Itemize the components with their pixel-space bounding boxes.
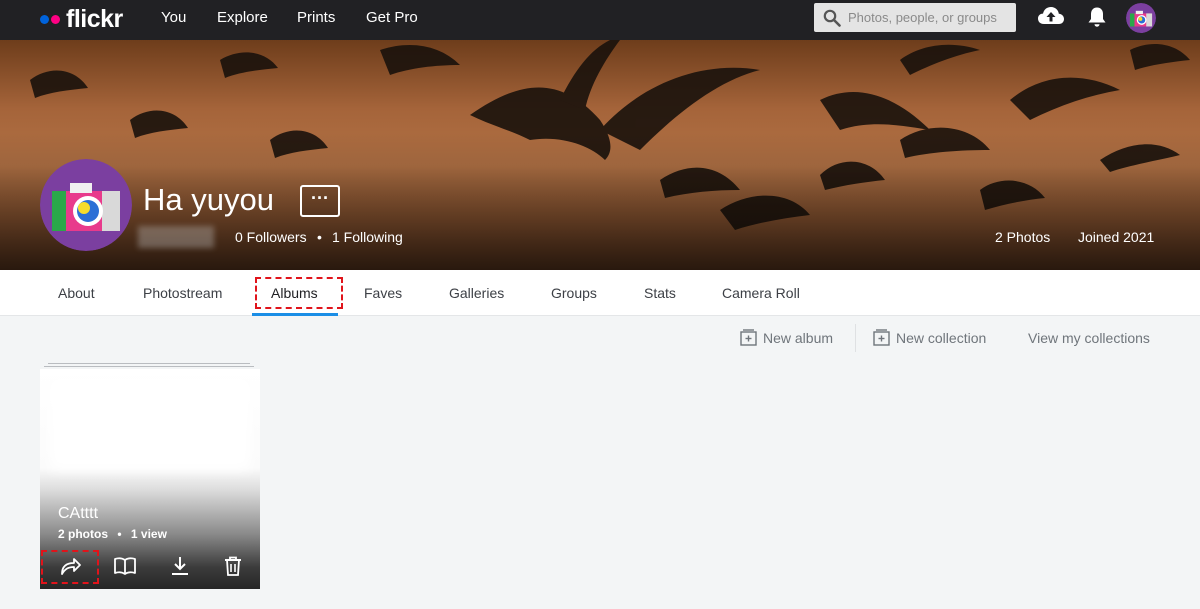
profile-tabs: About Photostream Albums Faves Galleries…	[0, 270, 1200, 316]
bell-icon[interactable]	[1087, 6, 1107, 28]
book-icon[interactable]	[113, 554, 137, 578]
cloud-upload-icon[interactable]	[1037, 4, 1065, 28]
logo-blue-dot	[40, 14, 49, 24]
album-stack-edge	[44, 366, 254, 367]
nav-prints[interactable]: Prints	[297, 9, 335, 26]
user-avatar-small[interactable]	[1126, 3, 1156, 33]
top-navbar: flickr You Explore Prints Get Pro	[0, 0, 1200, 40]
logo-pink-dot	[51, 14, 60, 24]
share-highlight-box	[41, 550, 99, 584]
stat-separator: •	[317, 229, 322, 245]
album-title[interactable]: CAtttt	[58, 505, 98, 523]
albums-highlight-box	[255, 277, 343, 309]
camera-avatar-icon	[40, 159, 132, 251]
actions-divider	[855, 324, 856, 352]
profile-username: Ha yuyou	[143, 182, 274, 217]
tab-stats[interactable]: Stats	[644, 285, 676, 301]
followers-count[interactable]: 0 Followers	[235, 229, 307, 245]
download-icon[interactable]	[168, 554, 192, 578]
album-meta: 2 photos • 1 view	[58, 527, 167, 541]
tab-galleries[interactable]: Galleries	[449, 285, 504, 301]
following-count[interactable]: 1 Following	[332, 229, 403, 245]
ellipsis-icon: ···	[311, 188, 329, 208]
search-box[interactable]	[814, 3, 1016, 32]
nav-explore[interactable]: Explore	[217, 9, 268, 26]
album-cover-thumbnail	[50, 379, 250, 469]
redacted-real-name	[138, 226, 214, 248]
joined-date: Joined 2021	[1078, 229, 1155, 245]
search-input[interactable]	[848, 3, 1014, 32]
trash-icon[interactable]	[221, 554, 245, 578]
cover-photo: Ha yuyou ··· 0 Followers • 1 Following 2…	[0, 40, 1200, 270]
add-collection-icon[interactable]	[873, 329, 890, 346]
view-collections-link[interactable]: View my collections	[1028, 330, 1150, 346]
active-tab-underline	[252, 313, 338, 316]
flickr-logo[interactable]: flickr	[40, 4, 123, 34]
tab-photostream[interactable]: Photostream	[143, 285, 222, 301]
tab-faves[interactable]: Faves	[364, 285, 402, 301]
new-album-button[interactable]: New album	[763, 330, 833, 346]
profile-avatar[interactable]	[40, 159, 132, 251]
tab-groups[interactable]: Groups	[551, 285, 597, 301]
nav-get-pro[interactable]: Get Pro	[366, 9, 418, 26]
more-options-button[interactable]: ···	[300, 185, 340, 217]
album-meta-separator: •	[117, 527, 122, 541]
photos-count: 2 Photos	[995, 229, 1051, 245]
search-icon	[823, 9, 841, 27]
tab-camera-roll[interactable]: Camera Roll	[722, 285, 800, 301]
camera-avatar-icon	[1126, 3, 1156, 33]
album-photo-count: 2 photos	[58, 527, 108, 541]
tab-about[interactable]: About	[58, 285, 95, 301]
add-album-icon[interactable]	[740, 329, 757, 346]
album-view-count: 1 view	[130, 527, 167, 541]
logo-wordmark: flickr	[66, 4, 123, 33]
new-collection-button[interactable]: New collection	[896, 330, 986, 346]
album-stack-edge	[48, 363, 250, 364]
nav-you[interactable]: You	[161, 9, 186, 26]
